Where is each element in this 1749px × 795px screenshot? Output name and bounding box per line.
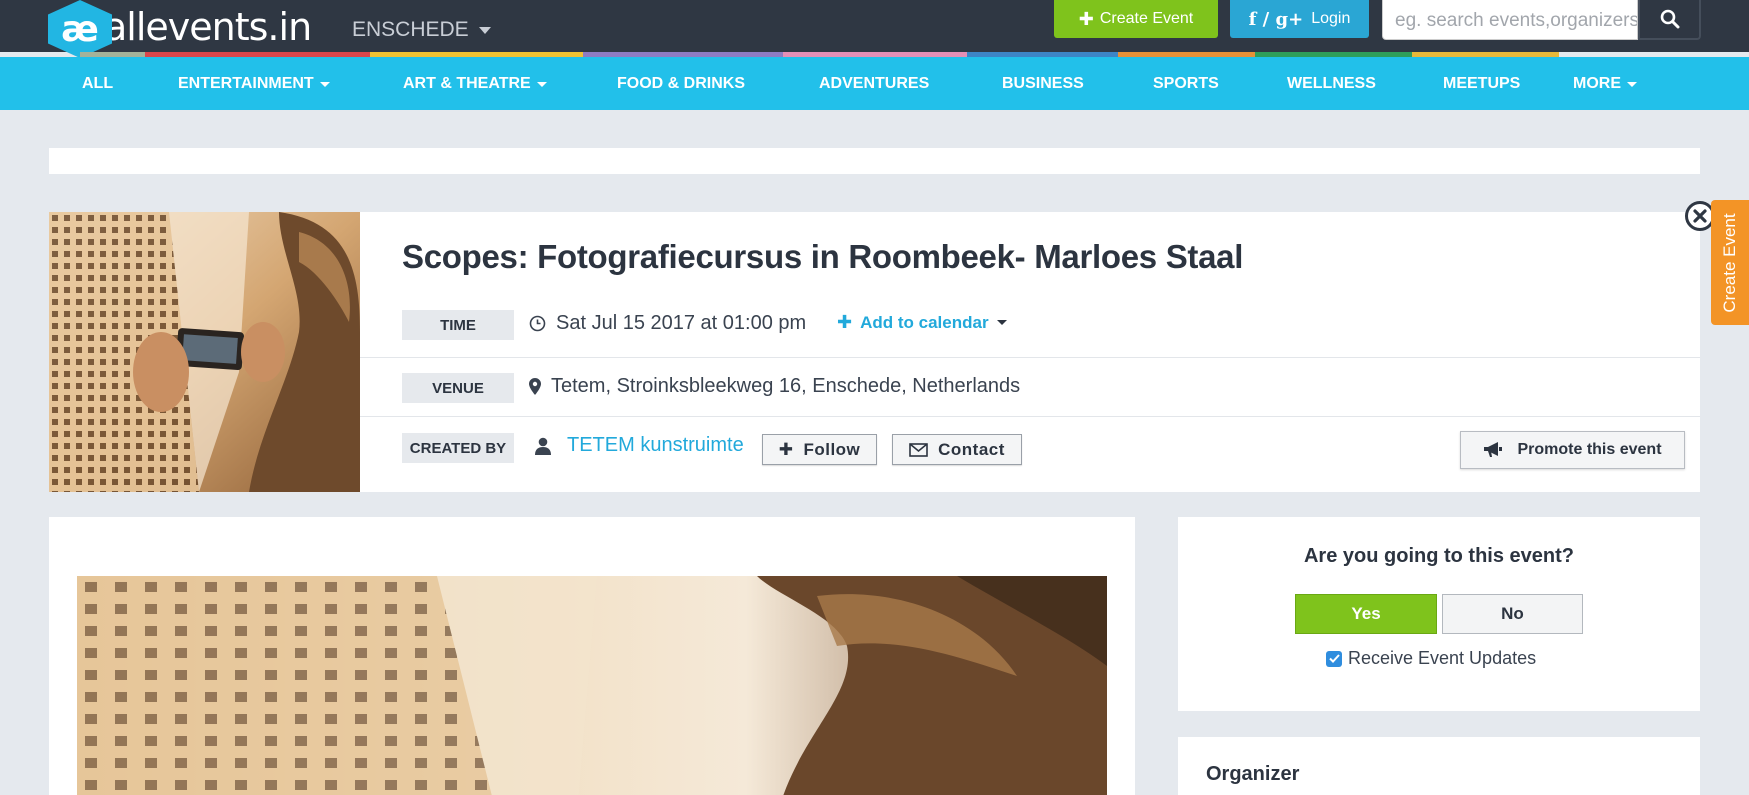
time-value: Sat Jul 15 2017 at 01:00 pm [556, 312, 807, 334]
login-label: Login [1311, 10, 1351, 27]
category-wellness[interactable]: WELLNESS [1287, 75, 1376, 93]
category-food-drinks[interactable]: FOOD & DRINKS [617, 75, 745, 93]
created-by-label: CREATED BY [402, 433, 514, 463]
logo-text: allevents.in [104, 5, 312, 49]
contact-label: Contact [938, 439, 1005, 459]
yes-button[interactable]: Yes [1295, 594, 1437, 634]
event-thumbnail[interactable] [49, 212, 360, 492]
time-label: TIME [402, 310, 514, 340]
category-label: BUSINESS [1002, 75, 1084, 92]
create-event-side-tab[interactable]: Create Event [1711, 200, 1749, 325]
create-event-label: Create Event [1099, 10, 1194, 27]
search-icon [1660, 9, 1679, 29]
add-to-calendar-button[interactable]: ✚ Add to calendar [837, 312, 1007, 333]
create-event-button[interactable]: ✚ Create Event [1054, 0, 1218, 38]
organizer-card: Organizer [1178, 737, 1700, 795]
plus-icon: ✚ [1078, 8, 1094, 29]
plus-icon: ✚ [778, 439, 794, 459]
category-label: ALL [82, 75, 114, 92]
category-adventures[interactable]: ADVENTURES [819, 75, 929, 93]
caret-down-icon [319, 81, 330, 87]
category-more[interactable]: MORE [1573, 75, 1637, 93]
category-entertainment[interactable]: ENTERTAINMENT [178, 75, 330, 93]
event-creator: TETEM kunstruimte [535, 434, 744, 457]
organizer-title: Organizer [1206, 763, 1300, 785]
plus-icon: ✚ [837, 312, 853, 332]
contact-button[interactable]: Contact [892, 434, 1022, 465]
promote-label: Promote this event [1517, 441, 1662, 458]
caret-down-icon [1627, 81, 1637, 87]
checkbox-checked-icon[interactable] [1326, 650, 1342, 667]
event-header-card: Scopes: Fotografiecursus in Roombeek- Ma… [49, 212, 1700, 492]
category-art-theatre[interactable]: ART & THEATRE [403, 75, 547, 93]
event-photo-image [49, 212, 360, 492]
event-banner-photo [77, 576, 1107, 795]
close-icon [1693, 209, 1707, 223]
ad-banner-placeholder [49, 148, 1700, 174]
search-input[interactable]: eg. search events,organizers [1382, 0, 1638, 40]
venue-value[interactable]: Tetem, Stroinksbleekweg 16, Enschede, Ne… [551, 375, 1020, 398]
category-sports[interactable]: SPORTS [1153, 75, 1219, 93]
event-time: Sat Jul 15 2017 at 01:00 pm [529, 312, 806, 335]
rsvp-question: Are you going to this event? [1303, 545, 1574, 567]
event-detail-card [49, 517, 1135, 795]
envelope-icon [909, 442, 928, 457]
event-title: Scopes: Fotografiecursus in Roombeek- Ma… [402, 238, 1244, 275]
logo-mark-icon: æ [48, 0, 112, 58]
category-label: SPORTS [1153, 75, 1219, 92]
category-nav: ALL ENTERTAINMENT ART & THEATRE FOOD & D… [0, 57, 1749, 110]
event-venue: Tetem, Stroinksbleekweg 16, Enschede, Ne… [529, 375, 1020, 398]
category-business[interactable]: BUSINESS [1002, 75, 1084, 93]
search-button[interactable] [1638, 0, 1701, 40]
divider [360, 357, 1700, 358]
rsvp-card: Are you going to this event? Yes No Rece… [1178, 517, 1700, 711]
promote-event-button[interactable]: Promote this event [1460, 431, 1685, 469]
clock-icon [529, 315, 546, 332]
event-banner-image[interactable] [77, 576, 1107, 795]
city-label: ENSCHEDE [352, 18, 469, 41]
venue-label: VENUE [402, 373, 514, 403]
receive-updates-label: Receive Event Updates [1348, 648, 1537, 668]
category-label: WELLNESS [1287, 75, 1376, 92]
facebook-google-icon: f / g+ [1248, 8, 1304, 30]
follow-label: Follow [803, 439, 861, 459]
map-pin-icon [529, 378, 541, 395]
add-to-calendar-label: Add to calendar [860, 312, 989, 332]
site-logo[interactable]: æ allevents.in [48, 0, 312, 58]
chevron-down-icon [478, 26, 491, 34]
category-label: FOOD & DRINKS [617, 75, 745, 92]
megaphone-icon [1484, 442, 1503, 457]
category-label: ART & THEATRE [403, 75, 531, 92]
divider [360, 416, 1700, 417]
user-icon [535, 437, 551, 455]
creator-link[interactable]: TETEM kunstruimte [567, 434, 744, 457]
category-label: ENTERTAINMENT [178, 75, 314, 92]
follow-button[interactable]: ✚ Follow [762, 434, 877, 465]
caret-down-icon [996, 320, 1007, 325]
category-all[interactable]: ALL [82, 75, 113, 93]
category-label: ADVENTURES [819, 75, 930, 92]
side-tab-label: Create Event [1720, 212, 1739, 313]
caret-down-icon [536, 81, 547, 87]
login-button[interactable]: f / g+ Login [1230, 0, 1369, 38]
category-label: MEETUPS [1443, 75, 1521, 92]
city-selector[interactable]: ENSCHEDE [352, 18, 491, 42]
top-header: æ allevents.in ENSCHEDE ✚ Create Event f… [0, 0, 1749, 58]
category-label: MORE [1573, 75, 1621, 92]
category-meetups[interactable]: MEETUPS [1443, 75, 1520, 93]
receive-updates-option[interactable]: Receive Event Updates [1326, 648, 1536, 669]
no-button[interactable]: No [1442, 594, 1583, 634]
